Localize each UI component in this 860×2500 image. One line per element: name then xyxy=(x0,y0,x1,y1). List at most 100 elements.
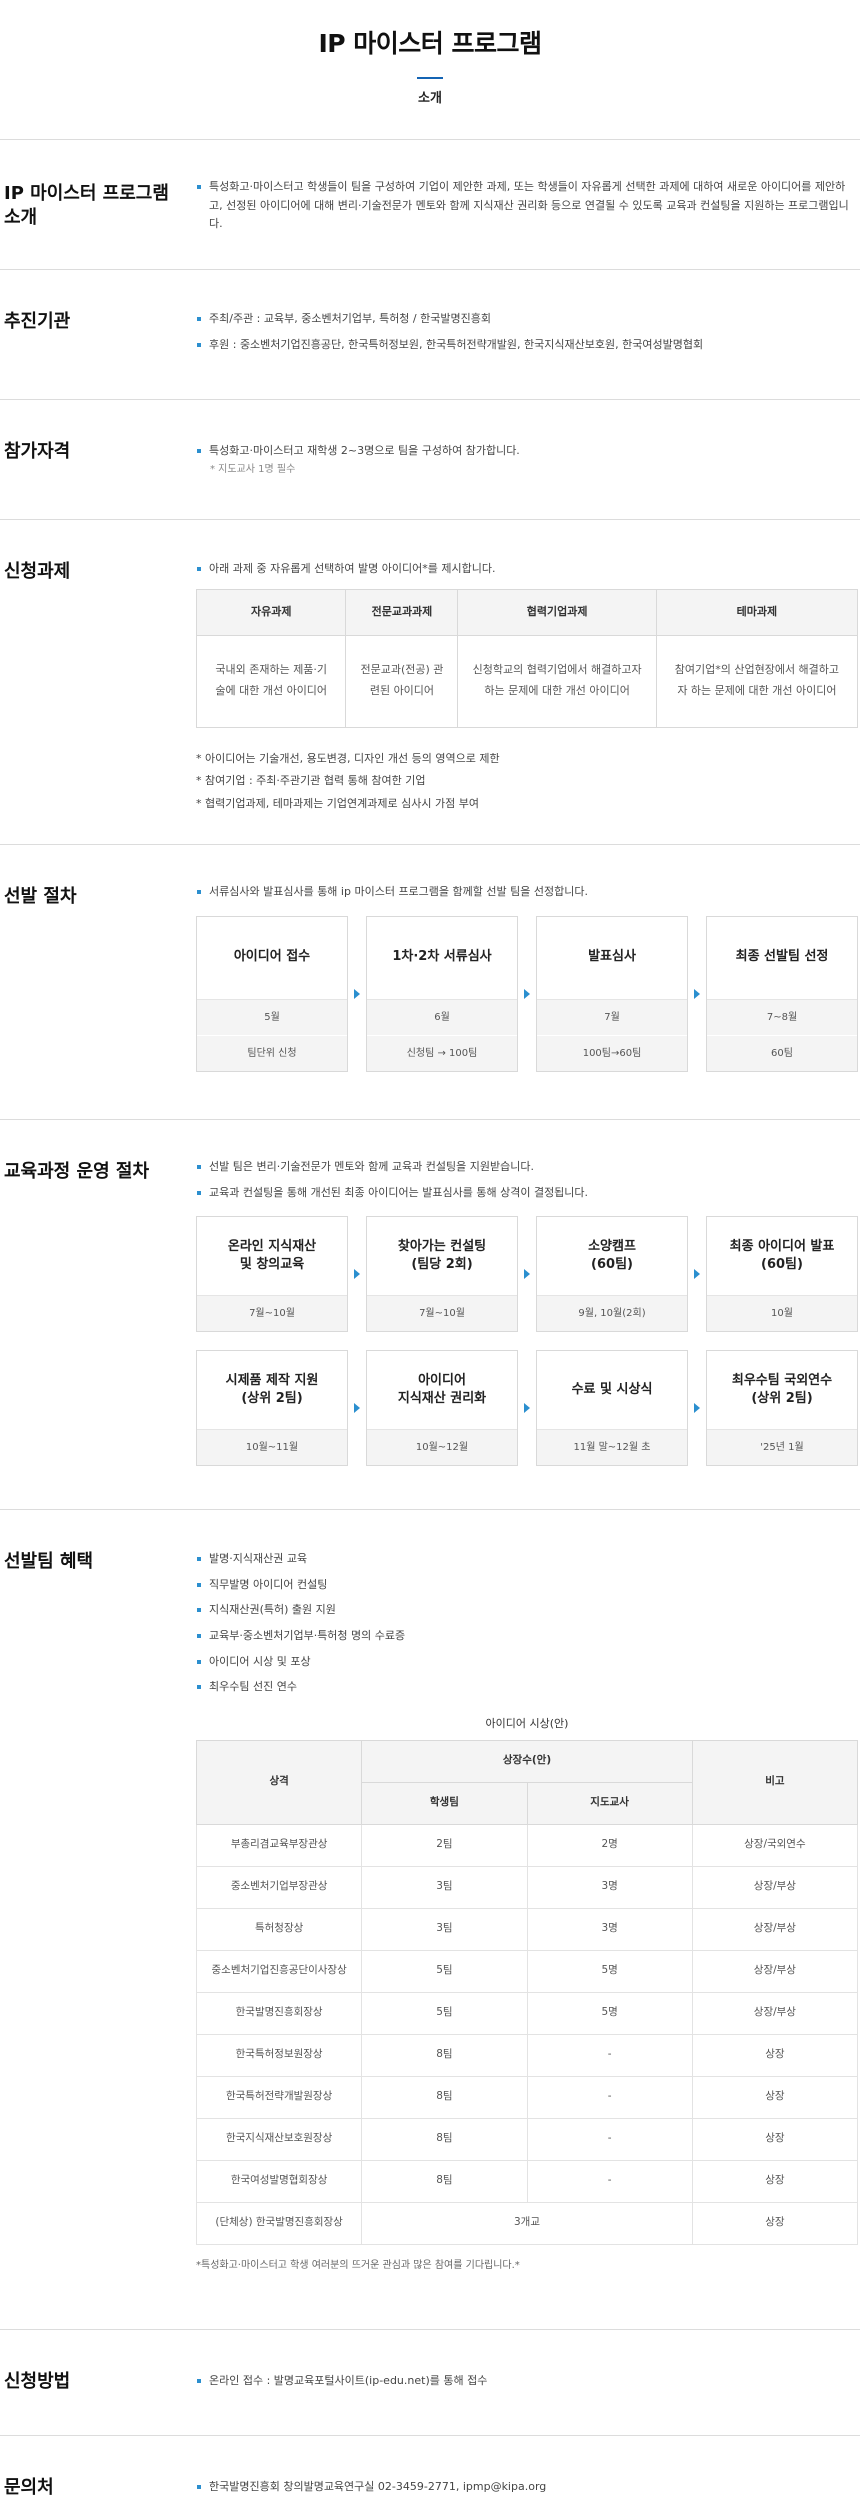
table-row: (단체상) 한국발명진흥회장상 3개교 상장 xyxy=(195,2201,859,2245)
step-detail: 60팀 xyxy=(707,1034,857,1071)
edu-step-name: 수료 및 시상식 xyxy=(571,1381,653,1397)
org-sponsor: 후원 : 중소벤처기업진흥공단, 한국특허정보원, 한국특허전략개발원, 한국지… xyxy=(196,336,858,355)
step-month: 7~8월 xyxy=(707,998,857,1035)
eligibility-note: * 지도교사 1명 필수 xyxy=(210,463,296,475)
award-name: 한국발명진흥회장상 xyxy=(195,1991,363,2035)
award-name: 특허청장상 xyxy=(195,1907,363,1951)
award-name: 한국지식재산보호원장상 xyxy=(195,2117,363,2161)
award-student: 2팀 xyxy=(361,1823,528,1867)
selection-step: 발표심사 7월 100팀→60팀 xyxy=(536,915,688,1072)
contact-text: 한국발명진흥회 창의발명교육연구실 02-3459-2771, ipmp@kip… xyxy=(196,2478,858,2497)
awards-head-award: 상격 xyxy=(195,1739,363,1825)
table-row: 한국특허전략개발원장상 8팀 - 상장 xyxy=(195,2075,859,2119)
table-row: 부총리겸교육부장관상 2팀 2명 상장/국외연수 xyxy=(195,1823,859,1867)
table-row: 중소벤처기업부장관상 3팀 3명 상장/부상 xyxy=(195,1865,859,1909)
section-selection: 선발 절차 서류심사와 발표심사를 통해 ip 마이스터 프로그램을 함께할 선… xyxy=(0,845,860,1120)
title-underline xyxy=(417,76,443,79)
table-row: 한국발명진흥회장상 5팀 5명 상장/부상 xyxy=(195,1991,859,2035)
edu-step-period: 9월, 10월(2회) xyxy=(537,1295,687,1332)
award-note: 상장/부상 xyxy=(691,1949,859,1993)
topics-note: * 협력기업과제, 테마과제는 기업연계과제로 심사시 가점 부여 xyxy=(196,797,479,811)
award-note: 상장 xyxy=(691,2201,859,2245)
arrow-right-icon xyxy=(518,988,536,999)
award-name: 한국특허전략개발원장상 xyxy=(195,2075,363,2119)
table-row: 한국지식재산보호원장상 8팀 - 상장 xyxy=(195,2117,859,2161)
step-detail: 팀단위 신청 xyxy=(197,1034,347,1071)
topics-note: * 참여기업 : 주최·주관기관 협력 통해 참여한 기업 xyxy=(196,774,426,788)
benefit-item: 최우수팀 선진 연수 xyxy=(196,1678,858,1697)
edu-step-period: 7월~10월 xyxy=(197,1295,347,1332)
page-subtitle: 소개 xyxy=(418,90,442,106)
benefit-item: 교육부·중소벤처기업부·특허청 명의 수료증 xyxy=(196,1627,858,1646)
step-name: 아이디어 접수 xyxy=(233,949,311,965)
benefit-item: 지식재산권(특허) 출원 지원 xyxy=(196,1601,858,1620)
eligibility-text: 특성화고·마이스터고 재학생 2~3명으로 팀을 구성하여 참가합니다. xyxy=(196,442,858,461)
award-student: 3팀 xyxy=(361,1865,528,1909)
page: IP 마이스터 프로그램 소개 IP 마이스터 프로그램 소개 특성화고·마이스… xyxy=(0,0,860,2500)
award-name: 한국특허정보원장상 xyxy=(195,2033,363,2077)
benefit-item: 직무발명 아이디어 컨설팅 xyxy=(196,1576,858,1595)
section-title-education: 교육과정 운영 절차 xyxy=(4,1161,150,1182)
award-note: 상장 xyxy=(691,2159,859,2203)
awards-head-count: 상장수(안) xyxy=(361,1739,693,1783)
award-note: 상장 xyxy=(691,2117,859,2161)
section-apply: 신청방법 온라인 접수 : 발명교육포털사이트(ip-edu.net)를 통해 … xyxy=(0,2330,860,2436)
education-step: 최우수팀 국외연수 (상위 2팀) '25년 1월 xyxy=(706,1350,858,1467)
topic-head-theme: 테마과제 xyxy=(656,589,859,636)
award-teacher: - xyxy=(526,2159,693,2203)
award-note: 상장/국외연수 xyxy=(691,1823,859,1867)
award-teacher: 2명 xyxy=(526,1823,693,1867)
award-student: 8팀 xyxy=(361,2159,528,2203)
education-lead: 교육과 컨설팅을 통해 개선된 최종 아이디어는 발표심사를 통해 상격이 결정… xyxy=(196,1184,858,1203)
edu-step-period: 10월~11월 xyxy=(197,1429,347,1466)
education-step: 최종 아이디어 발표 (60팀) 10월 xyxy=(706,1216,858,1333)
arrow-right-icon xyxy=(348,988,366,999)
award-student: 3팀 xyxy=(361,1907,528,1951)
table-row: 특허청장상 3팀 3명 상장/부상 xyxy=(195,1907,859,1951)
edu-step-period: 11월 말~12월 초 xyxy=(537,1429,687,1466)
award-name: 중소벤처기업진흥공단이사장상 xyxy=(195,1949,363,1993)
step-name: 발표심사 xyxy=(588,949,636,965)
section-title-topics: 신청과제 xyxy=(4,561,71,582)
section-benefits: 선발팀 혜택 발명·지식재산권 교육 직무발명 아이디어 컨설팅 지식재산권(특… xyxy=(0,1510,860,2330)
award-note: 상장/부상 xyxy=(691,1865,859,1909)
step-detail: 신청팀 → 100팀 xyxy=(367,1034,517,1071)
topic-desc-theme: 참여기업*의 산업현장에서 해결하고자 하는 문제에 대한 개선 아이디어 xyxy=(656,635,859,728)
arrow-right-icon xyxy=(688,1269,706,1280)
award-teacher: - xyxy=(526,2033,693,2077)
awards-table: 상격 상장수(안) 비고 학생팀 지도교사 부총리겸교육부장관상 2팀 2명 상… xyxy=(195,1739,859,2245)
award-teacher: - xyxy=(526,2075,693,2119)
award-teacher: - xyxy=(526,2117,693,2161)
education-step: 온라인 지식재산 및 창의교육 7월~10월 xyxy=(196,1216,348,1333)
step-month: 6월 xyxy=(367,998,517,1035)
topic-desc-major: 전문교과(전공) 관련된 아이디어 xyxy=(345,635,459,728)
section-title-selection: 선발 절차 xyxy=(4,886,77,907)
section-title-apply: 신청방법 xyxy=(4,2371,71,2392)
award-name: 중소벤처기업부장관상 xyxy=(195,1865,363,1909)
selection-step: 1차·2차 서류심사 6월 신청팀 → 100팀 xyxy=(366,915,518,1072)
award-note: 상장 xyxy=(691,2075,859,2119)
award-teacher: 3명 xyxy=(526,1865,693,1909)
section-title-benefits: 선발팀 혜택 xyxy=(4,1551,94,1572)
intro-text: 특성화고·마이스터고 학생들이 팀을 구성하여 기업이 제안한 과제, 또는 학… xyxy=(196,178,858,234)
topic-head-partner: 협력기업과제 xyxy=(457,589,657,636)
education-steps-row1: 온라인 지식재산 및 창의교육 7월~10월 찾아가는 컨설팅 (팀당 2회) … xyxy=(196,1216,858,1333)
topic-desc-partner: 신청학교의 협력기업에서 해결하고자 하는 문제에 대한 개선 아이디어 xyxy=(457,635,657,728)
benefit-item: 발명·지식재산권 교육 xyxy=(196,1550,858,1569)
edu-step-period: 10월~12월 xyxy=(367,1429,517,1466)
arrow-right-icon xyxy=(348,1269,366,1280)
topics-note: * 아이디어는 기술개선, 용도변경, 디자인 개선 등의 영역으로 제한 xyxy=(196,751,500,765)
edu-step-name: 시제품 제작 지원 (상위 2팀) xyxy=(225,1372,319,1407)
education-step: 시제품 제작 지원 (상위 2팀) 10월~11월 xyxy=(196,1350,348,1467)
edu-step-name: 찾아가는 컨설팅 (팀당 2회) xyxy=(397,1238,487,1273)
education-step: 아이디어 지식재산 권리화 10월~12월 xyxy=(366,1350,518,1467)
edu-step-name: 온라인 지식재산 및 창의교육 xyxy=(227,1238,317,1273)
selection-lead: 서류심사와 발표심사를 통해 ip 마이스터 프로그램을 함께할 선발 팀을 선… xyxy=(196,883,858,902)
topic-head-free: 자유과제 xyxy=(196,589,347,636)
education-step: 소양캠프 (60팀) 9월, 10월(2회) xyxy=(536,1216,688,1333)
selection-steps: 아이디어 접수 5월 팀단위 신청 1차·2차 서류심사 6월 신청팀 → 10… xyxy=(196,915,858,1072)
topic-head-major: 전문교과과제 xyxy=(345,589,459,636)
award-teacher: 5명 xyxy=(526,1991,693,2035)
award-note: 상장/부상 xyxy=(691,1907,859,1951)
awards-caption: 아이디어 시상(안) xyxy=(485,1717,569,1731)
